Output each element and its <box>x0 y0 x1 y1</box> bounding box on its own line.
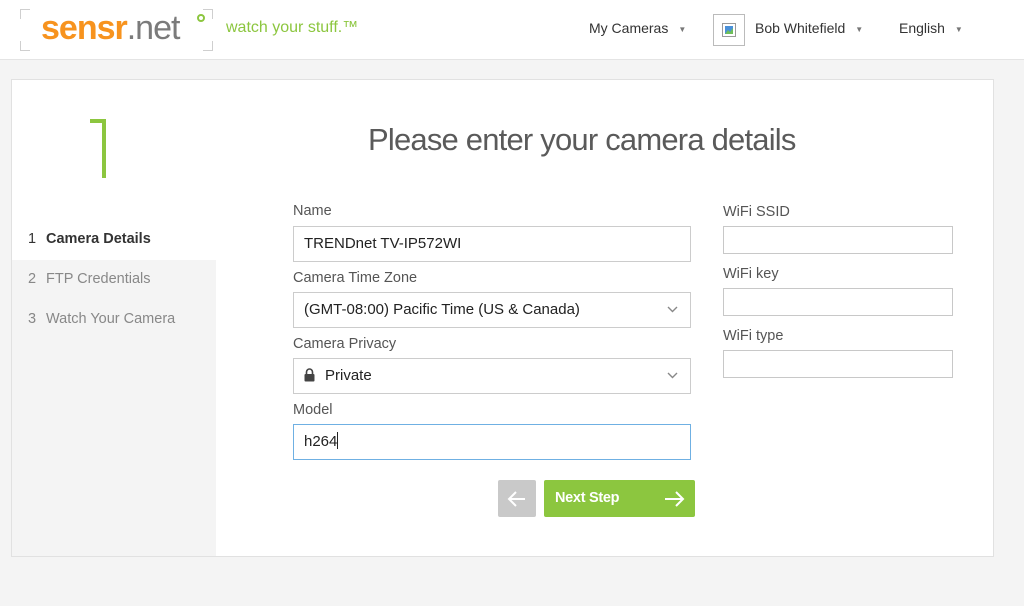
step-label: Camera Details <box>46 231 151 247</box>
name-value: TRENDnet TV-IP572WI <box>304 235 462 252</box>
logo-main-text: sensr <box>41 9 128 47</box>
setup-card: 1 1 Camera Details 2 FTP Credentials 3 Watc… <box>11 79 994 557</box>
step-label: Watch Your Camera <box>46 311 176 327</box>
arrow-left-icon <box>507 491 525 507</box>
step-watch-your-camera[interactable]: 3 Watch Your Camera <box>28 311 175 327</box>
avatar[interactable] <box>713 14 745 46</box>
caret-down-icon: ▼ <box>855 24 864 34</box>
name-input[interactable]: TRENDnet TV-IP572WI <box>293 226 691 262</box>
arrow-right-icon <box>665 491 685 507</box>
name-label: Name <box>293 203 332 219</box>
logo-corner-top-left <box>20 9 30 19</box>
wifi-ssid-label: WiFi SSID <box>723 204 790 220</box>
text-cursor <box>337 432 339 449</box>
logo-corner-bottom-left <box>20 41 30 51</box>
step-number: 1 <box>28 231 37 247</box>
privacy-select[interactable]: Private <box>293 358 691 394</box>
steps-sidebar: 1 1 Camera Details 2 FTP Credentials 3 Watc… <box>12 80 216 556</box>
tagline: watch your stuff.™ <box>226 19 359 36</box>
logo-dot-icon <box>197 14 205 22</box>
step-camera-details[interactable]: 1 Camera Details <box>28 231 151 247</box>
wifi-type-input[interactable] <box>723 350 953 378</box>
language-menu[interactable]: English ▼ <box>899 20 963 36</box>
wifi-key-input[interactable] <box>723 288 953 316</box>
step-number: 3 <box>28 311 37 327</box>
page-title: Please enter your camera details <box>368 122 796 157</box>
next-step-label: Next Step <box>555 490 620 506</box>
model-label: Model <box>293 402 333 418</box>
logo-corner-bottom-right <box>203 41 213 51</box>
language-label: English <box>899 20 945 36</box>
step-number: 2 <box>28 271 37 287</box>
chevron-down-icon <box>667 306 678 313</box>
broken-image-icon <box>722 23 736 37</box>
model-input[interactable]: h264 <box>293 424 691 460</box>
caret-down-icon: ▼ <box>678 24 687 34</box>
time-zone-select[interactable]: (GMT-08:00) Pacific Time (US & Canada) <box>293 292 691 328</box>
my-cameras-label: My Cameras <box>589 20 669 36</box>
privacy-value: Private <box>325 367 372 384</box>
user-menu[interactable]: Bob Whitefield ▼ <box>755 20 863 36</box>
lock-icon <box>304 368 315 382</box>
step-label: FTP Credentials <box>46 271 151 287</box>
logo-wordmark: sensr.net <box>41 9 181 47</box>
wifi-type-label: WiFi type <box>723 328 784 344</box>
step-number-graphic: 1 <box>90 119 106 178</box>
next-step-button[interactable]: Next Step <box>544 480 695 517</box>
back-button[interactable] <box>498 480 536 517</box>
time-zone-label: Camera Time Zone <box>293 270 418 286</box>
chevron-down-icon <box>667 372 678 379</box>
top-header: sensr.net watch your stuff.™ My Cameras ▼… <box>0 0 1024 60</box>
wifi-key-label: WiFi key <box>723 266 779 282</box>
step-ftp-credentials[interactable]: 2 FTP Credentials <box>28 271 151 287</box>
caret-down-icon: ▼ <box>954 24 963 34</box>
logo-suffix-text: .net <box>126 9 181 47</box>
sidebar-background <box>12 260 216 556</box>
privacy-label: Camera Privacy <box>293 336 397 352</box>
user-name: Bob Whitefield <box>755 20 846 36</box>
model-value: h264 <box>304 433 338 450</box>
time-zone-value: (GMT-08:00) Pacific Time (US & Canada) <box>304 301 580 318</box>
sensr-logo[interactable]: sensr.net <box>20 9 213 51</box>
my-cameras-menu[interactable]: My Cameras ▼ <box>589 20 686 36</box>
wifi-ssid-input[interactable] <box>723 226 953 254</box>
